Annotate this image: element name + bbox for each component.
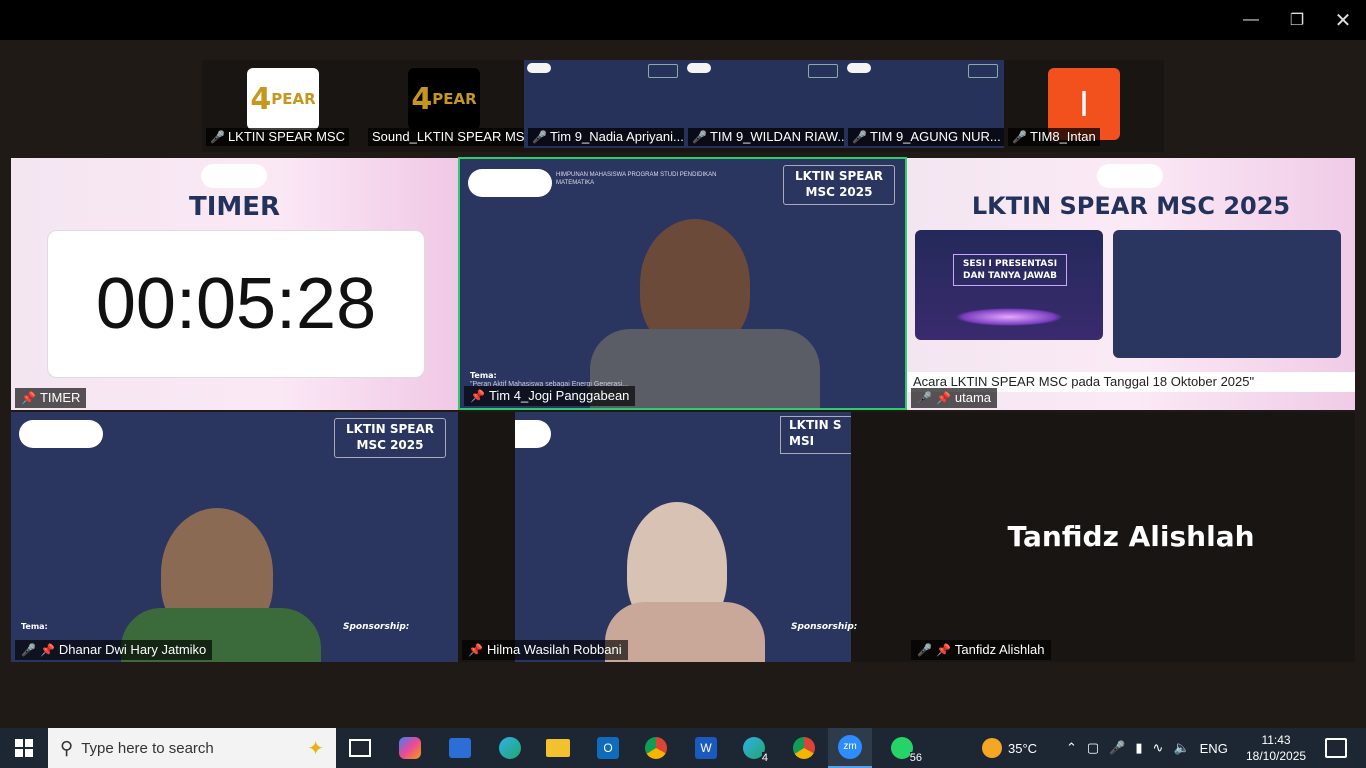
- search-icon: ⚲: [60, 737, 74, 758]
- tile-label: 🎤 📌 utama: [911, 388, 998, 408]
- copilot-sparkle-icon: ✦: [307, 737, 324, 760]
- thumbnail-name: TIM8_Intan: [1029, 129, 1096, 144]
- thumbnail-agung[interactable]: 🎤 TIM 9_AGUNG NUR...: [844, 60, 1005, 148]
- participant-display-name: Tanfidz Alishlah: [1007, 520, 1255, 553]
- thumbnail-wildan[interactable]: 🎤 TIM 9_WILDAN RIAW...: [684, 60, 853, 148]
- zoom-icon[interactable]: zm: [828, 728, 872, 768]
- event-banner: LKTIN S MSI: [780, 416, 851, 454]
- thumbnail-name: TIM 9_WILDAN RIAW...: [709, 129, 849, 144]
- clock[interactable]: 11:43 18/10/2025: [1246, 728, 1306, 768]
- taskbar-search[interactable]: ⚲ Type here to search ✦: [48, 728, 336, 768]
- language-indicator[interactable]: ENG: [1200, 741, 1228, 756]
- restore-icon[interactable]: ❐: [1274, 0, 1320, 40]
- notification-center-icon[interactable]: [1316, 732, 1356, 764]
- microphone-icon[interactable]: 🎤: [1109, 740, 1125, 756]
- store-icon[interactable]: [440, 732, 480, 764]
- file-explorer-icon[interactable]: [538, 732, 578, 764]
- tile-active-speaker[interactable]: HIMPUNAN MAHASISWA PROGRAM STUDI PENDIDI…: [458, 157, 907, 410]
- tile-label: 📌 Tim 4_Jogi Panggabean: [464, 386, 636, 406]
- timer-heading: TIMER: [188, 192, 281, 222]
- org-logos: [468, 169, 552, 197]
- thumbnail-name: LKTIN SPEAR MSC: [227, 129, 345, 144]
- tile-hilma[interactable]: LKTIN S MSI Sponsorship: 📌 Hilma Wasilah …: [458, 412, 907, 662]
- system-tray: ⌃ ▢ 🎤 ▮ ∿ 🔈 ENG: [1066, 728, 1228, 768]
- edge-icon[interactable]: [490, 732, 530, 764]
- weather-widget[interactable]: 35°C: [982, 728, 1037, 768]
- tile-label: 📌 TIMER: [15, 388, 87, 408]
- weather-sun-icon: [982, 738, 1002, 758]
- tile-label: 🎤 📌 Tanfidz Alishlah: [911, 640, 1051, 660]
- event-banner: LKTIN SPEAR MSC 2025: [334, 418, 446, 458]
- tile-timer[interactable]: TIMER 00:05:28 📌 TIMER: [11, 158, 458, 410]
- camera-icon[interactable]: ▢: [1087, 740, 1099, 756]
- word-icon[interactable]: W: [686, 732, 726, 764]
- org-logos: [201, 164, 267, 188]
- chrome-icon[interactable]: [636, 732, 676, 764]
- chevron-up-icon[interactable]: ⌃: [1066, 740, 1077, 756]
- thumbnail-name: TIM 9_AGUNG NUR...: [869, 129, 1001, 144]
- tile-label: 📌 Hilma Wasilah Robbani: [462, 640, 628, 660]
- schedule-card: [1113, 230, 1341, 358]
- thumbnail-strip: 4 PEAR 🎤 LKTIN SPEAR MSC 4 PEAR Sound_LKTIN…: [202, 60, 1164, 152]
- windows-start-icon[interactable]: [4, 732, 44, 764]
- pin-icon: 📌: [21, 391, 36, 405]
- notification-badge: 4: [761, 752, 768, 764]
- event-banner: LKTIN SPEAR MSC 2025: [783, 165, 895, 205]
- notification-badge: 56: [909, 752, 922, 764]
- spear-logo: 4 PEAR: [247, 68, 319, 130]
- minimize-icon[interactable]: —: [1228, 0, 1274, 40]
- wifi-icon[interactable]: ∿: [1153, 740, 1164, 756]
- thumbnail-name: Tim 9_Nadia Apriyani...: [549, 129, 684, 144]
- battery-icon[interactable]: ▮: [1135, 740, 1142, 756]
- thumbnail-intan[interactable]: I 🎤 TIM8_Intan: [1004, 60, 1162, 148]
- close-icon[interactable]: ✕: [1320, 0, 1366, 40]
- windows-taskbar: ⚲ Type here to search ✦ O W 4 zm 56 35°C…: [0, 728, 1366, 768]
- thumbnail-sound[interactable]: 4 PEAR Sound_LKTIN SPEAR MSC: [364, 60, 538, 148]
- thumbnail-nadia[interactable]: 🎤 Tim 9_Nadia Apriyani...: [524, 60, 688, 148]
- speaker-muted-icon[interactable]: 🔈: [1173, 740, 1189, 756]
- thumbnail-name: Sound_LKTIN SPEAR MSC: [372, 129, 534, 144]
- tile-tanfidz[interactable]: Tanfidz Alishlah 🎤 📌 Tanfidz Alishlah: [907, 412, 1355, 662]
- thumbnail-lktin[interactable]: 4 PEAR 🎤 LKTIN SPEAR MSC: [202, 60, 362, 148]
- outlook-icon[interactable]: O: [588, 732, 628, 764]
- tile-dhanar[interactable]: LKTIN SPEAR MSC 2025 Tema: Sponsorship: …: [11, 412, 458, 662]
- org-text: HIMPUNAN MAHASISWA PROGRAM STUDI PENDIDI…: [556, 172, 717, 186]
- whatsapp-icon[interactable]: 56: [882, 732, 922, 764]
- chrome-profile-icon[interactable]: [784, 732, 824, 764]
- copilot-icon[interactable]: [390, 732, 430, 764]
- utama-heading: LKTIN SPEAR MSC 2025: [971, 192, 1291, 220]
- timer-value: 00:05:28: [47, 230, 425, 378]
- task-view-icon[interactable]: [340, 732, 380, 764]
- session-card: SESI I PRESENTASI DAN TANYA JAWAB: [915, 230, 1103, 340]
- tile-label: 🎤 📌 Dhanar Dwi Hary Jatmiko: [15, 640, 213, 660]
- org-logos: [1097, 164, 1163, 188]
- org-logos: [19, 420, 103, 448]
- tile-utama[interactable]: LKTIN SPEAR MSC 2025 SESI I PRESENTASI D…: [907, 158, 1355, 410]
- spear-logo-dark: 4 PEAR: [408, 68, 480, 130]
- search-input[interactable]: Type here to search: [81, 740, 214, 757]
- window-titlebar: — ❐ ✕: [0, 0, 1366, 40]
- mic-muted-icon: 🎤: [210, 130, 225, 144]
- edge-profile-icon[interactable]: 4: [734, 732, 774, 764]
